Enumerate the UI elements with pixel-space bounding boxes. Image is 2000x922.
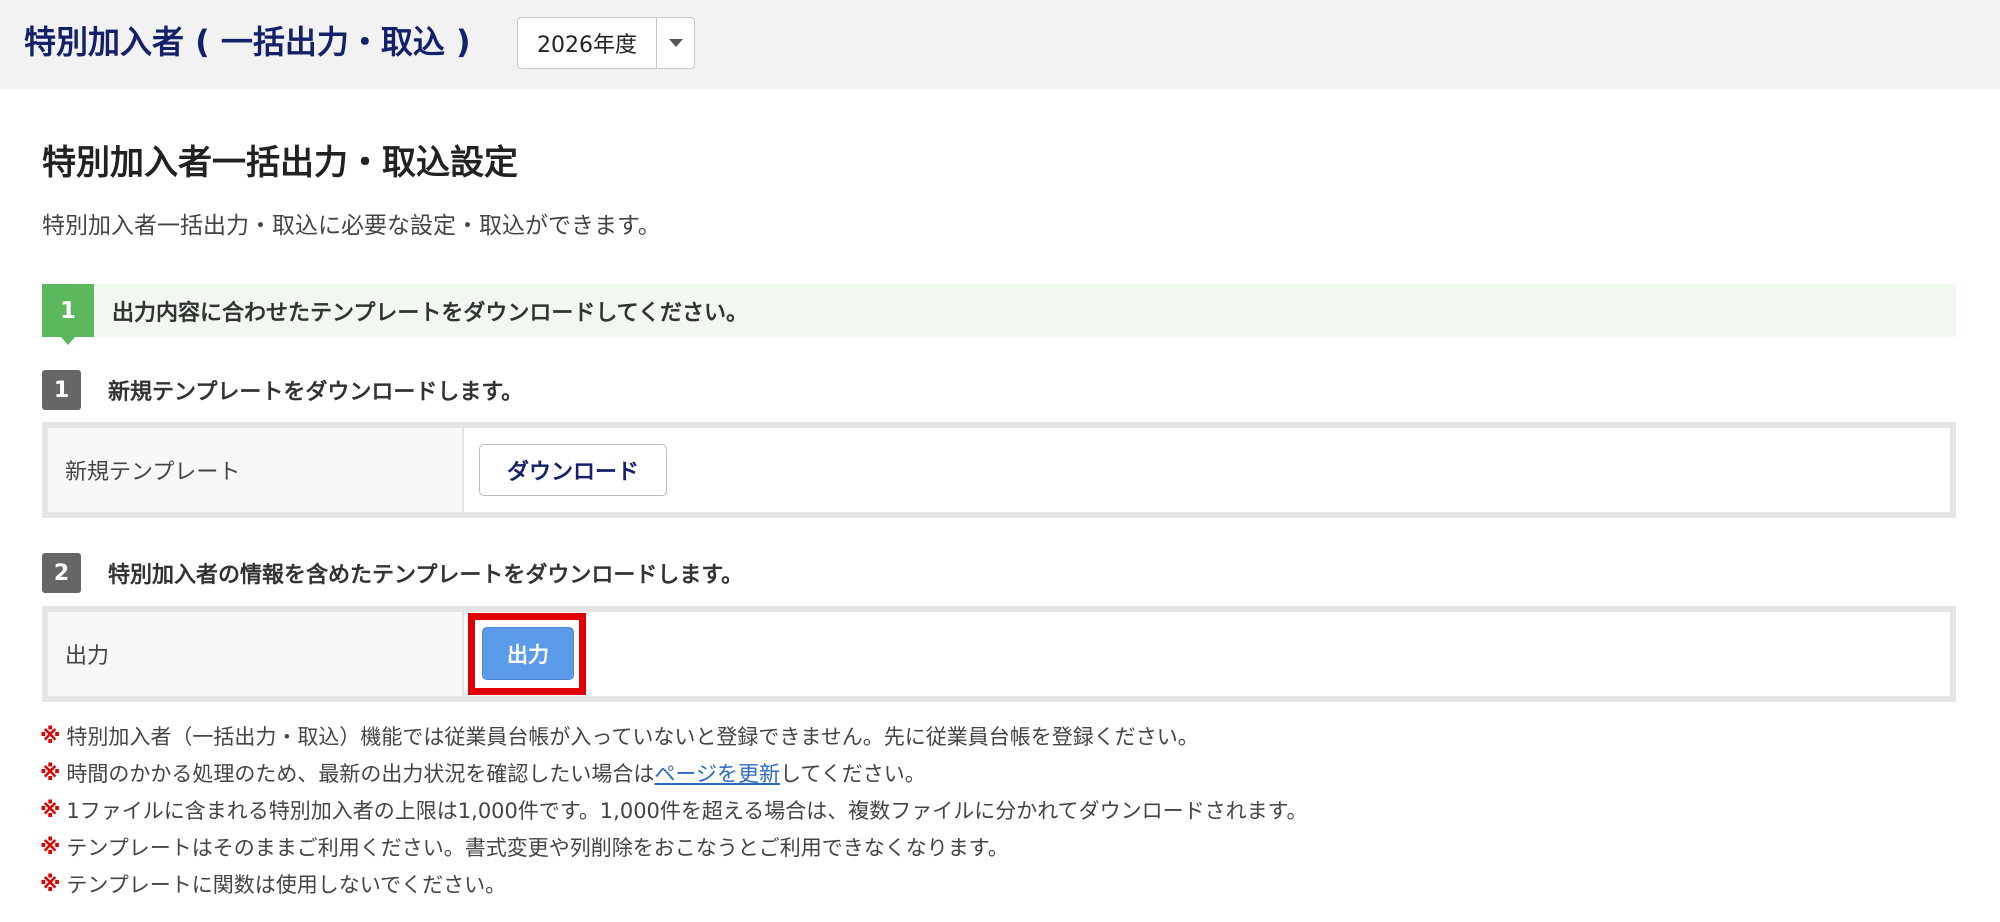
step-banner: 1 出力内容に合わせたテンプレートをダウンロードしてください。 (42, 284, 1956, 345)
note-item: ※ 特別加入者（一括出力・取込）機能では従業員台帳が入っていないと登録できません… (40, 717, 1308, 754)
fiscal-year-select[interactable]: 2026年度 (517, 17, 695, 69)
note-mark: ※ (40, 723, 61, 748)
note-mark: ※ (40, 871, 61, 896)
export-control: 出力 (464, 612, 1950, 696)
page-description: 特別加入者一括出力・取込に必要な設定・取込ができます。 (42, 213, 661, 239)
page-title: 特別加入者一括出力・取込設定 (42, 143, 518, 183)
note-text: テンプレートはそのままご利用ください。書式変更や列削除をおこなうとご利用できなく… (66, 835, 1009, 860)
note-text: してください。 (780, 761, 926, 786)
new-template-label: 新規テンプレート (48, 428, 464, 512)
substep-number-badge: 1 (42, 370, 81, 410)
substep-title: 特別加入者の情報を含めたテンプレートをダウンロードします。 (108, 563, 744, 588)
new-template-row: 新規テンプレート ダウンロード (42, 422, 1956, 518)
note-mark: ※ (40, 834, 61, 859)
step-instruction: 出力内容に合わせたテンプレートをダウンロードしてください。 (112, 300, 749, 326)
substep-number-badge: 2 (42, 553, 81, 593)
note-text: 1ファイルに含まれる特別加入者の上限は1,000件です。1,000件を超える場合… (66, 798, 1308, 823)
refresh-page-link[interactable]: ページを更新 (654, 758, 780, 788)
note-item: ※ 時間のかかる処理のため、最新の出力状況を確認したい場合は ページを更新 してくだ… (40, 754, 1308, 791)
substep-export-template: 2 特別加入者の情報を含めたテンプレートをダウンロードします。 (42, 553, 743, 593)
note-text: テンプレートに関数は使用しないでください。 (66, 872, 507, 897)
notes-list: ※ 特別加入者（一括出力・取込）機能では従業員台帳が入っていないと登録できません… (40, 717, 1308, 902)
export-button[interactable]: 出力 (482, 627, 574, 680)
note-item: ※ 1ファイルに含まれる特別加入者の上限は1,000件です。1,000件を超える… (40, 791, 1308, 828)
export-label: 出力 (48, 612, 464, 696)
header-bar: 特別加入者 ( 一括出力・取込 ) 2026年度 (0, 0, 2000, 89)
note-text: 特別加入者（一括出力・取込）機能では従業員台帳が入っていないと登録できません。先… (66, 724, 1199, 749)
note-text: 時間のかかる処理のため、最新の出力状況を確認したい場合は (66, 761, 655, 786)
caret-down-icon (668, 39, 683, 47)
export-row: 出力 出力 (42, 606, 1956, 702)
download-button[interactable]: ダウンロード (479, 444, 667, 496)
substep-title: 新規テンプレートをダウンロードします。 (108, 380, 524, 405)
app-title: 特別加入者 ( 一括出力・取込 ) (24, 23, 471, 61)
new-template-control: ダウンロード (464, 428, 1950, 512)
fiscal-year-dropdown-toggle[interactable] (657, 18, 694, 68)
note-mark: ※ (40, 760, 61, 785)
step-number-badge: 1 (42, 284, 94, 345)
note-mark: ※ (40, 797, 61, 822)
substep-new-template: 1 新規テンプレートをダウンロードします。 (42, 370, 523, 410)
note-item: ※ テンプレートに関数は使用しないでください。 (40, 865, 1308, 902)
note-item: ※ テンプレートはそのままご利用ください。書式変更や列削除をおこなうとご利用でき… (40, 828, 1308, 865)
fiscal-year-value: 2026年度 (518, 18, 657, 68)
